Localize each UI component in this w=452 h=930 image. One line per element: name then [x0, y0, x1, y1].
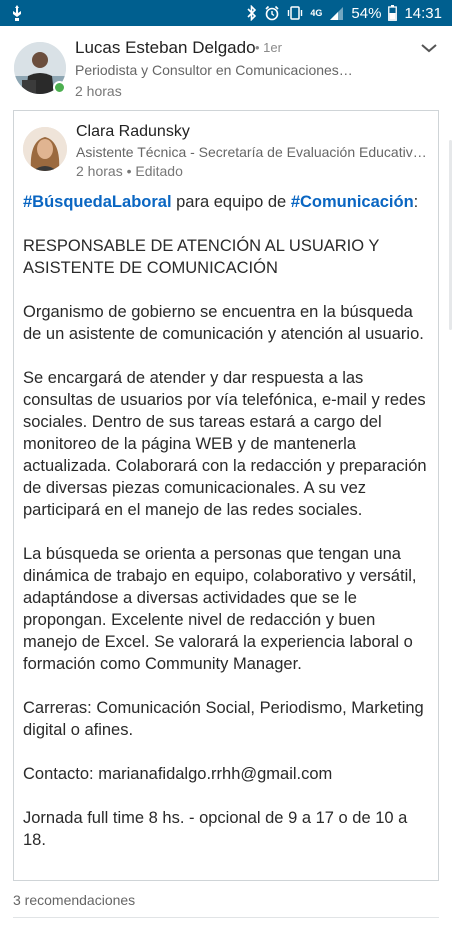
notification-icon [13, 5, 21, 21]
post-intro: #BúsquedaLaboral para equipo de #Comunic… [23, 191, 431, 213]
network-type-label: 4G [310, 8, 323, 18]
battery-percent: 54% [351, 4, 382, 22]
paragraph-contact: Contacto: marianafidalgo.rrhh@gmail.com [23, 765, 333, 783]
hashtag-busqueda-laboral[interactable]: #BúsquedaLaboral [23, 193, 172, 211]
post-time: 2 horas [75, 83, 122, 99]
signal-icon [330, 6, 344, 20]
intro-text: para equipo de [171, 193, 291, 211]
shared-author-name[interactable]: Clara Radunsky [76, 123, 190, 141]
paragraph-profile: La búsqueda se orienta a personas que te… [23, 545, 417, 673]
clock: 14:31 [404, 4, 442, 22]
shared-post-time: 2 horas • Editado [76, 163, 183, 179]
status-bar: 4G 54% 14:31 [0, 0, 452, 26]
post-body: #BúsquedaLaboral para equipo de #Comunic… [23, 191, 431, 873]
paragraph-organization: Organismo de gobierno se encuentra en la… [23, 303, 424, 343]
shared-author-headline: Asistente Técnica - Secretaría de Evalua… [76, 144, 428, 160]
author-headline: Periodista y Consultor en Comunicaciones… [75, 62, 353, 78]
job-title-line-1: RESPONSABLE DE ATENCIÓN AL USUARIO Y [23, 237, 380, 255]
reactions-count[interactable]: 3 recomendaciones [13, 892, 135, 908]
alarm-icon [265, 5, 279, 21]
paragraph-careers: Carreras: Comunicación Social, Periodism… [23, 699, 424, 739]
battery-icon [388, 5, 398, 21]
chevron-down-icon[interactable] [420, 42, 438, 54]
divider [13, 917, 439, 918]
shared-post-card[interactable]: Clara Radunsky Asistente Técnica - Secre… [13, 110, 439, 881]
vibrate-icon [288, 6, 303, 20]
job-title: RESPONSABLE DE ATENCIÓN AL USUARIO Y ASIS… [23, 235, 431, 279]
online-status-indicator [53, 81, 66, 94]
job-title-line-2: ASISTENTE DE COMUNICACIÓN [23, 259, 278, 277]
connection-degree: • 1er [255, 40, 282, 55]
shared-author-avatar[interactable] [23, 127, 67, 171]
paragraph-schedule: Jornada full time 8 hs. - opcional de 9 … [23, 809, 408, 849]
hashtag-comunicacion[interactable]: #Comunicación [291, 193, 414, 211]
post-header: Lucas Esteban Delgado • 1er Periodista y… [0, 26, 452, 104]
paragraph-tasks: Se encargará de atender y dar respuesta … [23, 369, 427, 519]
bluetooth-icon [247, 5, 257, 21]
intro-colon: : [413, 193, 419, 211]
author-name[interactable]: Lucas Esteban Delgado [75, 38, 256, 58]
